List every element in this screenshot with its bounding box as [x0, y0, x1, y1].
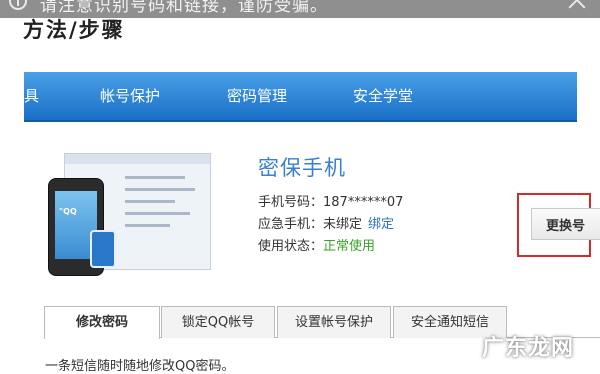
change-number-label: 更换号: [546, 219, 586, 234]
status-label: 使用状态：: [258, 239, 324, 254]
nav-item-password-management[interactable]: 密码管理: [227, 85, 287, 106]
status-value: 正常使用: [323, 239, 376, 254]
phone-screen-text: "QQ: [59, 207, 77, 216]
nav-item-account-protection[interactable]: 帐号保护: [100, 85, 160, 106]
info-icon: [9, 0, 27, 10]
nav-bar: 具 帐号保护 密码管理 安全学堂: [24, 72, 577, 122]
emergency-phone-value: 未绑定: [323, 217, 363, 232]
phone-number-value: 187******07: [323, 195, 404, 210]
tab-account-protection[interactable]: 设置帐号保护: [277, 306, 391, 338]
card-title: 密保手机: [258, 156, 346, 180]
watermark: 广东龙网: [482, 336, 575, 361]
bind-link[interactable]: 绑定: [368, 217, 394, 232]
nav-item-security-school[interactable]: 安全学堂: [353, 85, 413, 106]
phone-number-label: 手机号码：: [258, 195, 324, 210]
step-title: 方法/步骤: [23, 18, 125, 42]
tab-description: 一条短信随时随地修改QQ密码。: [45, 359, 235, 374]
tab-lock-qq[interactable]: 锁定QQ帐号: [161, 306, 275, 338]
emergency-phone-row: 应急手机：未绑定 绑定: [258, 213, 394, 232]
tab-change-password[interactable]: 修改密码: [44, 306, 160, 339]
phone-number-row: 手机号码：187******07: [258, 191, 403, 210]
change-number-highlight: 更换号: [517, 193, 600, 257]
mobile-badge-icon: [90, 230, 116, 268]
phone-illustration: "QQ: [48, 150, 218, 276]
close-icon[interactable]: [568, 0, 586, 9]
change-number-button[interactable]: 更换号: [531, 208, 600, 240]
nav-item-tools[interactable]: 具: [24, 85, 39, 106]
status-row: 使用状态：正常使用: [258, 235, 375, 254]
emergency-phone-label: 应急手机：: [258, 217, 324, 232]
